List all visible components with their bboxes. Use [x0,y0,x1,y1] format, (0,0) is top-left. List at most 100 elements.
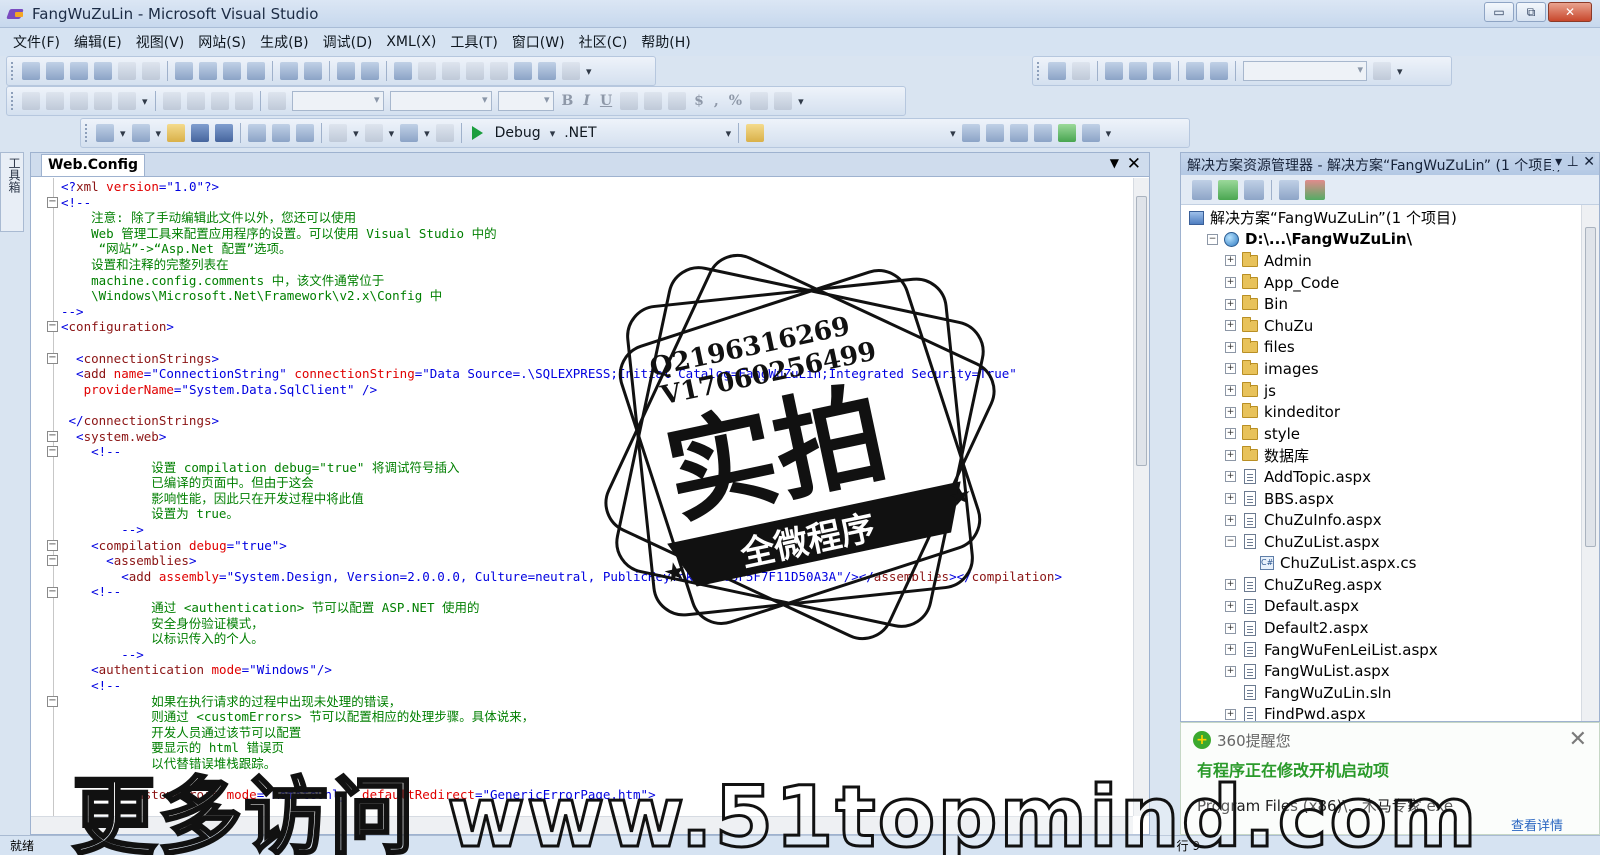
nest-related-files-icon[interactable] [1244,179,1264,200]
menu-community[interactable]: 社区(C) [572,32,635,52]
toolbar-grip[interactable] [11,92,15,110]
redo-icon[interactable] [364,124,383,142]
font-size-combo[interactable] [497,91,554,111]
horizontal-spacing-icon[interactable] [280,62,298,80]
redo-dropdown-icon[interactable]: ▾ [389,127,395,140]
uncomment-icon[interactable] [1186,62,1204,80]
new-project-dropdown-icon[interactable]: ▾ [120,127,126,140]
align-lefts-icon[interactable] [22,62,40,80]
send-to-back-icon[interactable] [466,62,484,80]
toolbar-grip[interactable] [1037,62,1041,80]
align-center-icon[interactable] [644,92,663,110]
scrollbar-thumb[interactable] [1136,196,1147,466]
find-icon[interactable] [961,124,980,142]
comma-button[interactable]: , [714,93,719,109]
align-rights-icon[interactable] [70,62,88,80]
expand-icon[interactable]: + [1225,277,1236,289]
target-schema-combo[interactable] [1243,61,1367,81]
decrease-spacing-icon[interactable] [361,62,379,80]
toolbar-overflow-icon[interactable]: ▾ [798,95,804,108]
refresh-icon[interactable] [186,92,205,110]
collapse-region-icon[interactable]: − [47,446,58,458]
toolbar-overflow-icon[interactable]: ▾ [142,95,148,108]
collapse-region-icon[interactable]: − [47,586,58,598]
tree-item[interactable]: + 数据库 [1181,445,1581,467]
cut-icon[interactable] [248,124,267,142]
tree-item[interactable]: 解决方案“FangWuZuLin”(1 个项目) [1181,207,1581,229]
tree-item[interactable]: + files [1181,337,1581,359]
navigate-forward-icon[interactable] [435,124,454,142]
platform-dropdown-icon[interactable]: ▾ [726,127,732,140]
expand-icon[interactable]: + [1225,255,1236,267]
view-details-link[interactable]: 查看详情 [1511,815,1563,834]
tree-item[interactable]: + ChuZu [1181,315,1581,337]
tree-item[interactable]: + Default.aspx [1181,596,1581,618]
align-tops-icon[interactable] [94,62,112,80]
bookmark-icon[interactable] [1210,62,1228,80]
tree-item[interactable]: − ChuZuList.aspx [1181,531,1581,553]
scrollbar-thumb[interactable] [1585,227,1596,547]
tree-item[interactable]: + images [1181,358,1581,380]
tree-item[interactable]: + Bin [1181,293,1581,315]
size-to-grid-icon[interactable] [247,62,265,80]
align-left-icon[interactable] [620,92,639,110]
tree-item[interactable]: + ChuZuInfo.aspx [1181,509,1581,531]
toolbox-tab[interactable]: 工具箱 [0,152,24,232]
make-same-height-icon[interactable] [199,62,217,80]
menu-file[interactable]: 文件(F) [6,32,67,52]
percent-button[interactable]: % [729,93,742,109]
start-page-icon[interactable] [1057,124,1076,142]
open-folder-icon[interactable] [167,124,186,142]
vertical-spacing-icon[interactable] [337,62,355,80]
unlink-icon[interactable] [234,92,253,110]
collapse-region-icon[interactable]: − [47,321,58,333]
center-vertically-icon[interactable] [418,62,436,80]
find-dropdown-icon[interactable]: ▾ [950,127,956,140]
font-name-combo[interactable] [389,91,492,111]
paste-icon[interactable] [296,124,315,142]
toolbar-grip[interactable] [85,124,89,142]
navigate-dropdown-icon[interactable]: ▾ [424,127,430,140]
toolbar-grip[interactable] [11,62,15,80]
properties-icon[interactable] [1192,179,1212,200]
align-right-icon[interactable] [668,92,687,110]
collapse-region-icon[interactable]: − [47,430,58,442]
tree-item[interactable]: + BBS.aspx [1181,488,1581,510]
close-window-button[interactable]: ✕ [1548,2,1592,22]
find-in-files-icon[interactable] [746,124,765,142]
layer-icon[interactable] [118,92,136,110]
toolbar-overflow-icon[interactable]: ▾ [1397,65,1403,78]
toolbox-icon[interactable] [1033,124,1052,142]
save-all-icon[interactable] [215,124,234,142]
expand-icon[interactable]: + [1225,298,1236,310]
align-middles-icon[interactable] [118,62,136,80]
add-item-dropdown-icon[interactable]: ▾ [156,127,162,140]
menu-view[interactable]: 视图(V) [129,32,192,52]
add-item-icon[interactable] [131,124,150,142]
align-bottoms-icon[interactable] [142,62,160,80]
expand-icon[interactable]: + [1225,514,1236,526]
currency-button[interactable]: $ [694,93,704,109]
collapse-region-icon[interactable]: − [47,352,58,364]
underline-button[interactable]: U [600,93,612,109]
position-icon[interactable] [162,92,181,110]
tab-order-icon[interactable] [514,62,532,80]
editor-horizontal-scrollbar[interactable] [31,816,1133,834]
tree-item[interactable]: + FangWuList.aspx [1181,660,1581,682]
tree-item[interactable]: + kindeditor [1181,401,1581,423]
expand-icon[interactable]: + [1225,406,1236,418]
expand-icon[interactable]: + [1225,320,1236,332]
tree-item[interactable]: FangWuZuLin.sln [1181,682,1581,704]
align-centers-icon[interactable] [46,62,64,80]
tree-item[interactable]: + Admin [1181,250,1581,272]
expand-icon[interactable]: + [1225,579,1236,591]
center-horizontally-icon[interactable] [394,62,412,80]
asp-net-configuration-icon[interactable] [1305,179,1325,200]
tree-vertical-scrollbar[interactable] [1581,205,1599,721]
insert-column-icon[interactable] [70,92,88,110]
command-window-icon[interactable] [1081,124,1100,142]
view-in-browser-icon[interactable] [1279,179,1299,200]
expand-icon[interactable]: + [1225,600,1236,612]
close-notification-icon[interactable]: ✕ [1569,727,1587,752]
validate-icon[interactable] [1373,62,1391,80]
